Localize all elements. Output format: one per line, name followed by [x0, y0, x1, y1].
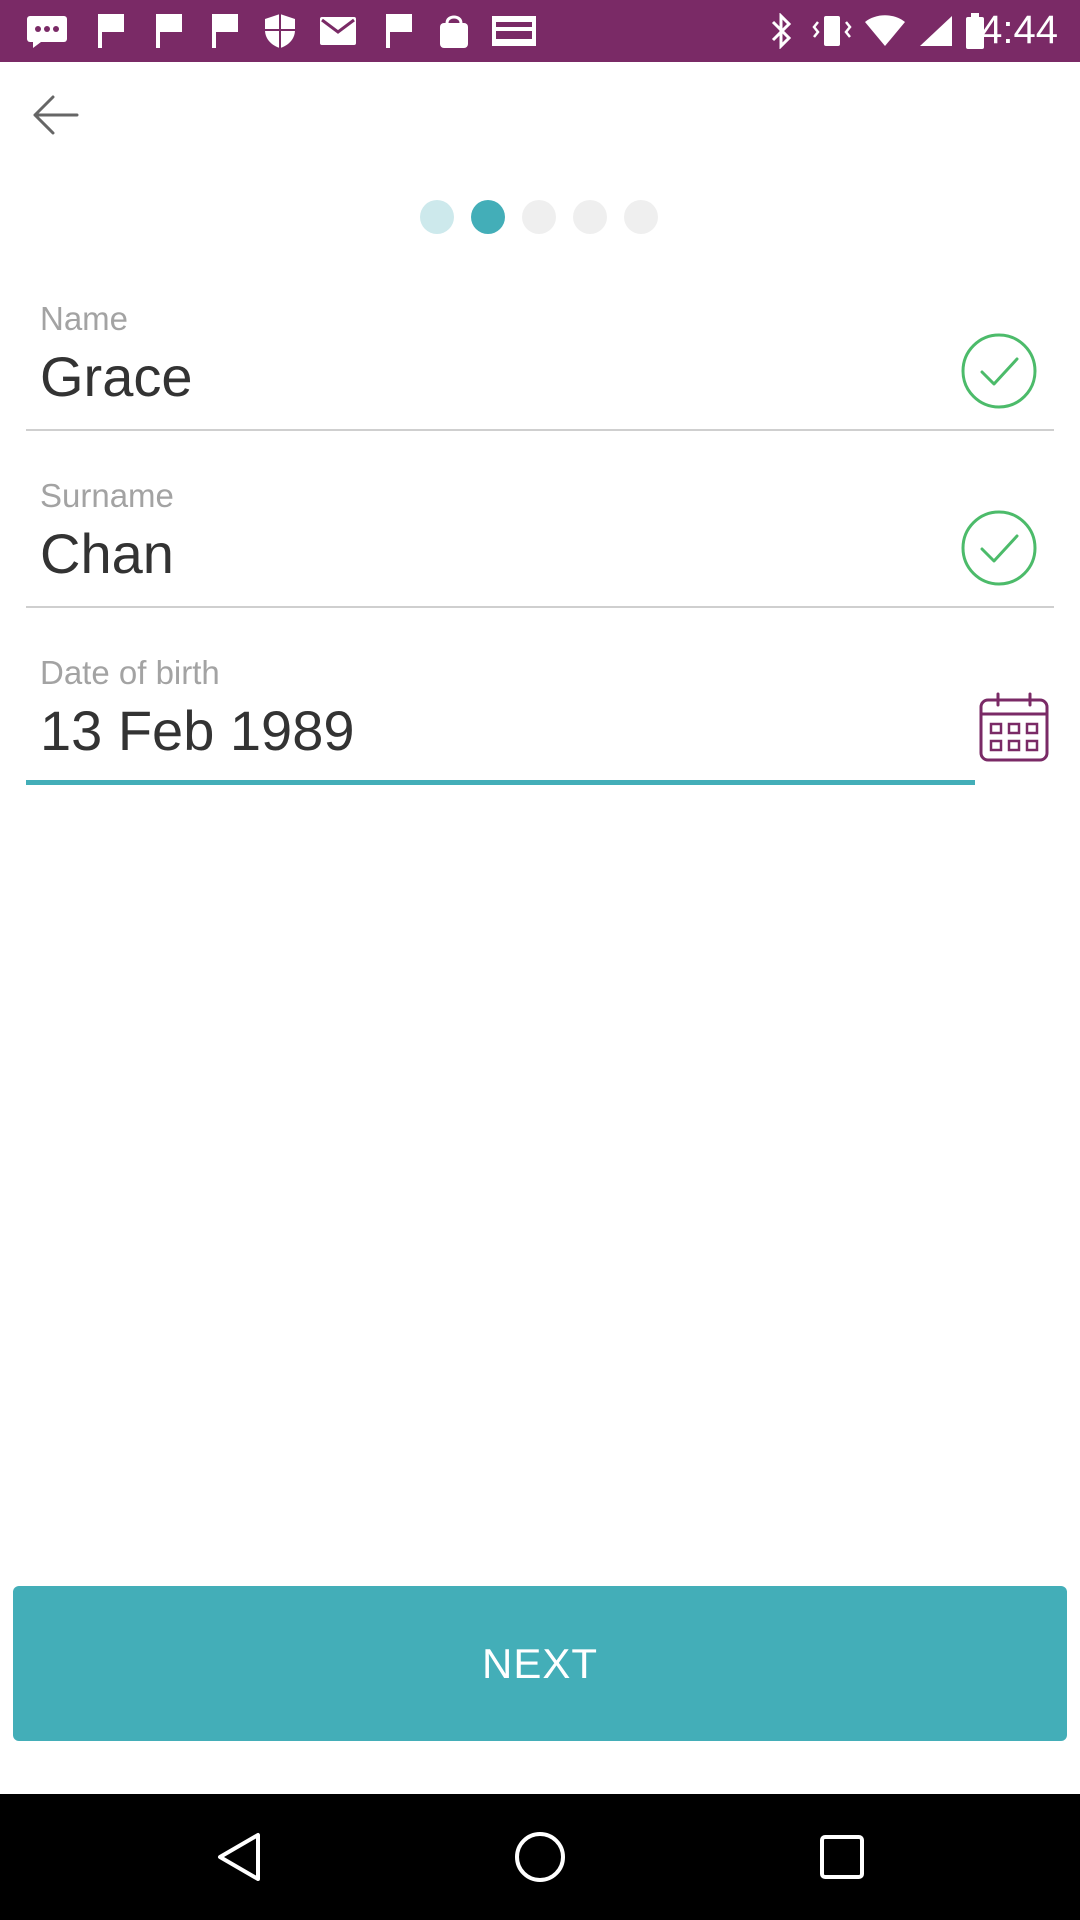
- wifi-icon: [864, 14, 906, 48]
- triangle-back-icon: [218, 1833, 260, 1881]
- progress-dot-4: [573, 200, 607, 234]
- progress-dot-5: [624, 200, 658, 234]
- surname-underline: [26, 606, 1054, 608]
- surname-label: Surname: [40, 477, 174, 514]
- dob-underline-active: [26, 780, 975, 785]
- signal-icon: [918, 14, 954, 48]
- back-button[interactable]: [22, 82, 88, 148]
- progress-dot-1: [420, 200, 454, 234]
- email-icon: [318, 14, 358, 48]
- progress-dot-3: [522, 200, 556, 234]
- nav-back-button[interactable]: [210, 1827, 270, 1887]
- nav-home-button[interactable]: [510, 1827, 570, 1887]
- flag-icon: [382, 14, 416, 48]
- dob-value[interactable]: 13 Feb 1989: [40, 698, 354, 763]
- bluetooth-icon: [768, 13, 794, 49]
- dob-label: Date of birth: [40, 654, 220, 691]
- square-recents-icon: [820, 1835, 864, 1879]
- name-check-icon: [960, 332, 1038, 410]
- flag-icon: [208, 14, 242, 48]
- shopping-bag-icon: [436, 14, 472, 48]
- surname-field[interactable]: Surname Chan: [26, 473, 1054, 609]
- status-bar: 4:44: [0, 0, 1080, 62]
- circle-home-icon: [515, 1832, 565, 1882]
- next-button[interactable]: NEXT: [13, 1586, 1067, 1741]
- vibrate-icon: [812, 14, 852, 48]
- surname-value[interactable]: Chan: [40, 521, 174, 586]
- back-arrow-icon: [33, 95, 79, 135]
- status-time: 4:44: [980, 8, 1058, 52]
- navigation-bar: [0, 1794, 1080, 1920]
- nav-recents-button[interactable]: [812, 1827, 872, 1887]
- message-icon: [24, 14, 70, 48]
- name-underline: [26, 429, 1054, 431]
- name-value[interactable]: Grace: [40, 344, 193, 409]
- calendar-icon[interactable]: [978, 692, 1050, 764]
- progress-dot-2: [471, 200, 505, 234]
- surname-check-icon: [960, 509, 1038, 587]
- espn-dallas-icon: [492, 14, 536, 48]
- shield-icon: [262, 14, 298, 48]
- name-label: Name: [40, 300, 129, 337]
- dob-field[interactable]: Date of birth 13 Feb 1989: [26, 650, 1054, 788]
- flag-icon: [94, 14, 128, 48]
- flag-icon: [152, 14, 186, 48]
- progress-indicator: [0, 200, 1080, 236]
- name-field[interactable]: Name Grace: [26, 296, 1054, 432]
